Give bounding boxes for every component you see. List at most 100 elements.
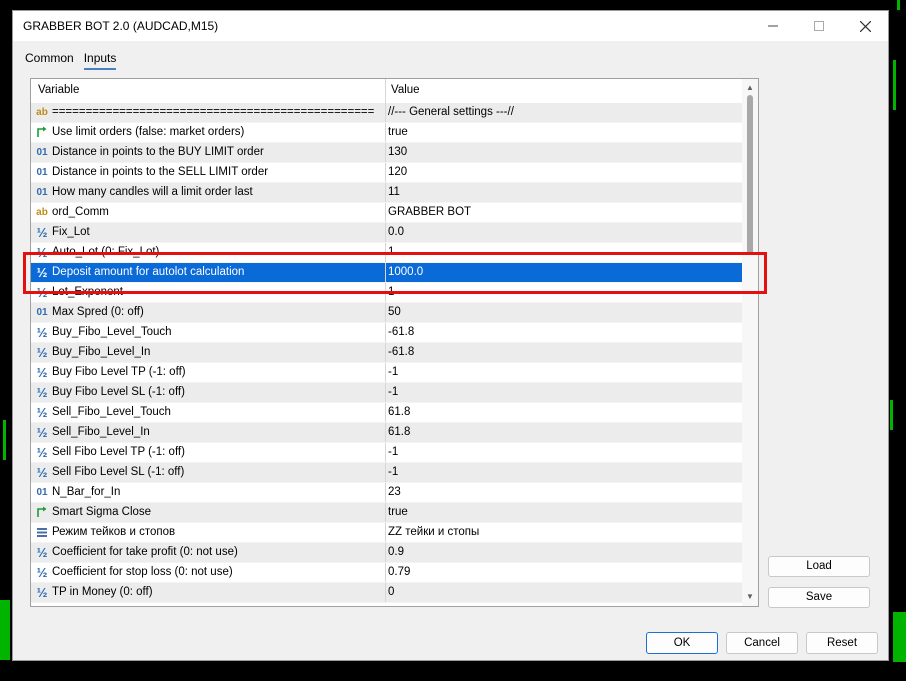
reset-button[interactable]: Reset [806,632,878,654]
table-row[interactable]: ½ Deposit amount for autolot calculation 1… [31,263,742,283]
table-row[interactable]: ½ Coefficient for stop loss (0: not use) 0… [31,563,742,583]
tab-inputs[interactable]: Inputs [83,49,117,70]
table-row[interactable]: ½ TP in Money (0: off) 0 [31,583,742,603]
variable-value[interactable]: 130 [388,146,407,158]
table-row[interactable]: ½ Sell Fibo Level SL (-1: off) -1 [31,463,742,483]
scroll-up-icon[interactable]: ▲ [745,83,755,93]
tab-common[interactable]: Common [25,49,74,70]
load-button[interactable]: Load [768,556,870,577]
table-row[interactable]: 01 Max Spred (0: off) 50 [31,303,742,323]
cell-divider [385,463,386,482]
table-header: Variable Value [31,79,742,104]
variable-value[interactable]: ZZ тейки и стопы [388,526,479,538]
integer-type-icon: 01 [36,147,48,158]
variable-value[interactable]: 0.0 [388,226,404,238]
double-type-icon: ½ [36,265,48,280]
table-row[interactable]: ½ Sell_Fibo_Level_Touch 61.8 [31,403,742,423]
table-row[interactable]: ab ======================================… [31,103,742,123]
column-header-variable[interactable]: Variable [38,84,79,96]
table-row[interactable]: ½ Buy Fibo Level TP (-1: off) -1 [31,363,742,383]
chart-candle [893,612,906,662]
variable-name: Sell Fibo Level TP (-1: off) [52,446,185,458]
column-divider[interactable] [385,79,386,103]
chart-candle [3,420,6,460]
table-row[interactable]: ½ Buy_Fibo_Level_In -61.8 [31,343,742,363]
variable-value[interactable]: -1 [388,446,398,458]
variable-value[interactable]: 0 [388,586,394,598]
bool-arrow-icon [35,506,49,520]
variable-value[interactable]: true [388,506,408,518]
variable-name: Sell Fibo Level SL (-1: off) [52,466,185,478]
variable-value[interactable]: 0.9 [388,546,404,558]
variable-value[interactable]: 23 [388,486,401,498]
variable-value[interactable]: //--- General settings ---// [388,106,514,118]
table-row[interactable]: ½ Lot_Exponent 1 [31,283,742,303]
variable-name: ord_Comm [52,206,109,218]
cell-divider [385,363,386,382]
integer-type-icon: 01 [36,487,48,498]
table-row[interactable]: ½ Buy_Fibo_Level_Touch -61.8 [31,323,742,343]
close-icon[interactable] [842,11,888,41]
column-header-value[interactable]: Value [391,84,420,96]
vertical-scrollbar[interactable]: ▲ ▼ [742,79,758,606]
variable-name: Coefficient for stop loss (0: not use) [52,566,233,578]
scroll-thumb[interactable] [747,95,753,255]
table-row[interactable]: ½ Fix_Lot 0.0 [31,223,742,243]
variable-name: Buy_Fibo_Level_In [52,346,151,358]
cell-divider [385,263,386,282]
variable-value[interactable]: 61.8 [388,426,410,438]
variable-value[interactable]: 1 [388,286,394,298]
table-row[interactable]: 01 N_Bar_for_In 23 [31,483,742,503]
variable-value[interactable]: -1 [388,386,398,398]
cell-divider [385,303,386,322]
title-bar: GRABBER BOT 2.0 (AUDCAD,M15) [13,11,888,41]
cell-divider [385,343,386,362]
variable-name: Distance in points to the BUY LIMIT orde… [52,146,264,158]
table-row[interactable]: Use limit orders (false: market orders) t… [31,123,742,143]
save-button[interactable]: Save [768,587,870,608]
cell-divider [385,243,386,262]
cell-divider [385,423,386,442]
variable-value[interactable]: GRABBER BOT [388,206,471,218]
variable-name: Auto_Lot (0: Fix_Lot) [52,246,160,258]
variable-value[interactable]: 1 [388,246,394,258]
variable-value[interactable]: true [388,126,408,138]
string-type-icon: ab [36,107,48,118]
variable-value[interactable]: 50 [388,306,401,318]
variable-value[interactable]: -61.8 [388,326,414,338]
variable-value[interactable]: 11 [388,186,400,198]
table-row[interactable]: ½ Sell_Fibo_Level_In 61.8 [31,423,742,443]
enum-list-icon [35,526,49,540]
table-row[interactable]: ½ Buy Fibo Level SL (-1: off) -1 [31,383,742,403]
variable-name: Use limit orders (false: market orders) [52,126,245,138]
table-row[interactable]: 01 How many candles will a limit order la… [31,183,742,203]
double-type-icon: ½ [36,325,48,340]
ok-button[interactable]: OK [646,632,718,654]
scroll-down-icon[interactable]: ▼ [745,592,755,602]
variable-value[interactable]: -1 [388,366,398,378]
variable-value[interactable]: -61.8 [388,346,414,358]
table-row[interactable]: ½ Sell Fibo Level TP (-1: off) -1 [31,443,742,463]
table-row[interactable]: ab ord_Comm GRABBER BOT [31,203,742,223]
table-row[interactable]: 01 Distance in points to the BUY LIMIT or… [31,143,742,163]
table-row[interactable]: Smart Sigma Close true [31,503,742,523]
table-row[interactable]: 01 Distance in points to the SELL LIMIT o… [31,163,742,183]
double-type-icon: ½ [36,225,48,240]
variable-name: Buy Fibo Level SL (-1: off) [52,386,185,398]
variable-value[interactable]: 0.79 [388,566,410,578]
maximize-icon[interactable] [796,11,842,41]
cancel-button[interactable]: Cancel [726,632,798,654]
double-type-icon: ½ [36,405,48,420]
cell-divider [385,223,386,242]
variable-value[interactable]: 61.8 [388,406,410,418]
table-row[interactable]: Режим тейков и стопов ZZ тейки и стопы [31,523,742,543]
variable-value[interactable]: 120 [388,166,407,178]
variable-value[interactable]: -1 [388,466,398,478]
variable-name: Max Spred (0: off) [52,306,144,318]
table-row[interactable]: ½ Coefficient for take profit (0: not use… [31,543,742,563]
chart-candle [897,0,900,10]
minimize-icon[interactable] [750,11,796,41]
cell-divider [385,143,386,162]
variable-value[interactable]: 1000.0 [388,266,423,278]
table-row[interactable]: ½ Auto_Lot (0: Fix_Lot) 1 [31,243,742,263]
